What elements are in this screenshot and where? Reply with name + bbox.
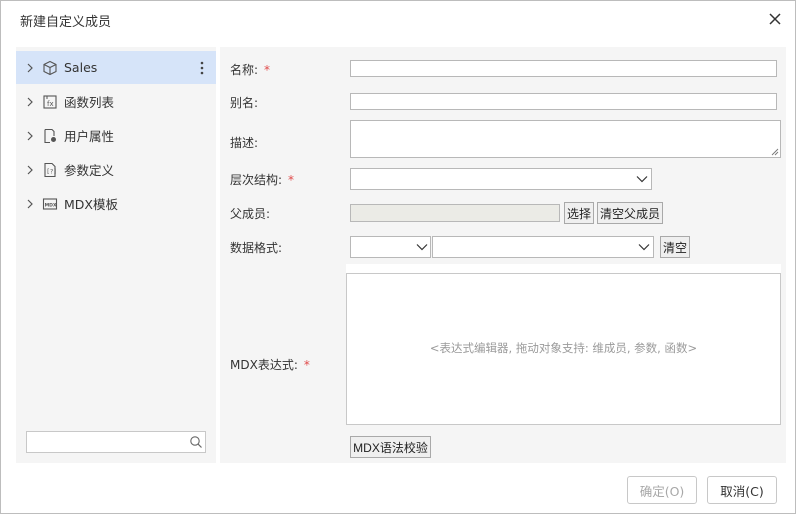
clear-parent-button[interactable]: 清空父成员 — [597, 202, 663, 224]
dialog-title-bar: 新建自定义成员 — [1, 1, 795, 37]
data-format-label: 数据格式: — [230, 241, 283, 255]
description-field[interactable] — [350, 120, 781, 158]
chevron-down-icon — [636, 176, 648, 183]
chevron-right-icon[interactable] — [25, 199, 35, 209]
tree-search-box — [26, 431, 206, 453]
clear-format-button[interactable]: 清空 — [660, 236, 690, 258]
mdx-expression-label: MDX表达式: * — [230, 358, 310, 372]
parent-member-field — [350, 204, 560, 222]
data-format-type-select[interactable] — [350, 236, 431, 258]
alias-field[interactable] — [351, 94, 776, 109]
tree-item-mdx-templates[interactable]: MDX MDX模板 — [16, 187, 216, 220]
parameter-icon: [?] — [44, 162, 57, 177]
mdx-template-icon: MDX — [42, 197, 58, 210]
name-field[interactable] — [351, 61, 776, 76]
more-vertical-icon[interactable] — [197, 60, 207, 76]
editor-placeholder: <表达式编辑器, 拖动对象支持: 维成员, 参数, 函数> — [429, 341, 698, 355]
chevron-right-icon[interactable] — [25, 97, 35, 107]
name-field-box — [350, 60, 777, 77]
alias-field-box — [350, 93, 777, 110]
parent-member-label: 父成员: — [230, 207, 271, 221]
tree-item-parameters[interactable]: [?] 参数定义 — [16, 153, 216, 186]
editor-header-strip — [346, 264, 781, 273]
function-icon: fx — [43, 94, 57, 109]
resize-grip-icon[interactable] — [771, 148, 779, 156]
search-icon[interactable] — [189, 435, 203, 449]
object-tree-panel: Sales fx 函数列表 用户属性 [?] 参数定义 MDX MDX模板 — [16, 47, 216, 463]
chevron-down-icon — [416, 244, 428, 251]
close-icon[interactable] — [767, 11, 783, 27]
chevron-right-icon[interactable] — [25, 165, 35, 175]
chevron-right-icon[interactable] — [25, 131, 35, 141]
tree-item-label: 参数定义 — [64, 163, 115, 178]
dialog-title: 新建自定义成员 — [20, 15, 112, 30]
user-property-icon — [44, 128, 56, 143]
required-mark: * — [264, 63, 271, 77]
mdx-validate-button[interactable]: MDX语法校验 — [350, 436, 431, 458]
tree-item-label: Sales — [64, 60, 98, 75]
cancel-button[interactable]: 取消(C) — [707, 476, 777, 504]
new-custom-member-dialog: 新建自定义成员 Sales fx 函数列表 用户属性 [?] 参数定义 MDX … — [0, 0, 796, 514]
chevron-down-icon — [638, 244, 650, 251]
alias-label: 别名: — [230, 96, 259, 110]
tree-item-functions[interactable]: fx 函数列表 — [16, 85, 216, 118]
chevron-right-icon[interactable] — [25, 63, 35, 73]
hierarchy-select[interactable] — [350, 168, 652, 190]
select-parent-button[interactable]: 选择 — [564, 202, 594, 224]
tree-search-input[interactable] — [27, 432, 185, 452]
tree-item-user-properties[interactable]: 用户属性 — [16, 119, 216, 152]
mdx-expression-editor[interactable]: <表达式编辑器, 拖动对象支持: 维成员, 参数, 函数> — [346, 273, 781, 425]
cube-icon — [43, 60, 57, 75]
required-mark: * — [288, 173, 295, 187]
svg-text:fx: fx — [47, 100, 54, 108]
description-label: 描述: — [230, 136, 259, 150]
hierarchy-label: 层次结构: * — [230, 173, 295, 187]
tree-item-label: 函数列表 — [64, 95, 115, 110]
tree-item-label: MDX模板 — [64, 197, 118, 212]
data-format-pattern-select[interactable] — [432, 236, 654, 258]
required-mark: * — [303, 358, 310, 372]
svg-text:MDX: MDX — [45, 202, 57, 208]
tree-item-sales[interactable]: Sales — [16, 51, 216, 84]
tree-item-label: 用户属性 — [64, 129, 115, 144]
ok-button[interactable]: 确定(O) — [627, 476, 697, 504]
name-label: 名称: * — [230, 63, 271, 77]
svg-text:[?]: [?] — [46, 168, 57, 175]
